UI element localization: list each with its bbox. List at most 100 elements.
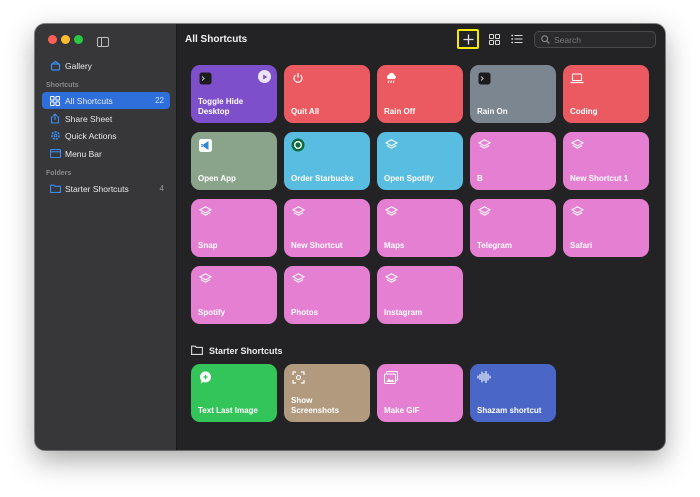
- power-icon: [291, 71, 305, 85]
- page-title: All Shortcuts: [185, 34, 248, 45]
- sidebar-item-all-shortcuts[interactable]: All Shortcuts 22: [42, 92, 170, 109]
- shortcut-label: Instagram: [384, 308, 423, 317]
- shortcut-label: New Shortcut 1: [570, 174, 629, 183]
- plus-icon: [463, 34, 473, 44]
- sidebar-item-label: Starter Shortcuts: [65, 183, 129, 194]
- shortcut-tile[interactable]: Safari: [563, 199, 649, 257]
- shortcut-tile[interactable]: Quit All: [284, 65, 370, 123]
- folder-icon: [48, 184, 62, 193]
- search-input[interactable]: [554, 34, 650, 45]
- main-content: All Shortcuts Toggle Hide Desktop: [177, 24, 665, 450]
- shortcut-label: Photos: [291, 308, 319, 317]
- sidebar-item-share-sheet[interactable]: Share Sheet: [42, 110, 170, 127]
- shortcut-label: Open Spotify: [384, 174, 434, 183]
- shortcuts-section-header: Shortcuts: [46, 82, 79, 89]
- layers-icon: [198, 272, 212, 286]
- gear-icon: [48, 130, 62, 141]
- layers-icon: [291, 205, 305, 219]
- shortcut-tile[interactable]: Open Spotify: [377, 132, 463, 190]
- shortcut-label: Shazam shortcut: [477, 406, 542, 415]
- layers-icon: [384, 205, 398, 219]
- shortcut-label: Make GIF: [384, 406, 420, 415]
- shortcut-label: Toggle Hide Desktop: [198, 97, 244, 116]
- sidebar-item-menu-bar[interactable]: Menu Bar: [42, 145, 170, 162]
- folders-section-header: Folders: [46, 170, 72, 177]
- sidebar: Gallery Shortcuts All Shortcuts 22 Share…: [35, 24, 177, 450]
- layers-icon: [570, 138, 584, 152]
- run-shortcut-button[interactable]: [258, 70, 271, 83]
- starter-shortcut-tile[interactable]: Show Screenshots: [284, 364, 370, 422]
- list-view-button[interactable]: [506, 29, 528, 49]
- shortcut-tile[interactable]: Maps: [377, 199, 463, 257]
- layers-icon: [384, 272, 398, 286]
- minimize-window-button[interactable]: [61, 35, 70, 44]
- add-shortcut-button[interactable]: [457, 29, 479, 49]
- grid-icon: [488, 33, 500, 45]
- shortcut-label: Safari: [570, 241, 593, 250]
- folder-icon: [191, 342, 203, 360]
- sidebar-toggle-icon[interactable]: [97, 34, 109, 47]
- photos-icon: [384, 370, 398, 384]
- sidebar-item-starter-shortcuts[interactable]: Starter Shortcuts 4: [42, 180, 170, 197]
- layers-icon: [477, 205, 491, 219]
- starbucks-icon: [291, 138, 305, 152]
- layers-icon: [198, 205, 212, 219]
- shortcut-tile[interactable]: Open App: [191, 132, 277, 190]
- layers-icon: [291, 272, 305, 286]
- shortcut-label: Quit All: [291, 107, 320, 116]
- screenshot-icon: [291, 370, 305, 384]
- shortcut-tile[interactable]: Rain On: [470, 65, 556, 123]
- terminal-icon: [477, 71, 491, 85]
- shortcut-label: Open App: [198, 174, 236, 183]
- shortcut-tile[interactable]: Spotify: [191, 266, 277, 324]
- zoom-window-button[interactable]: [74, 35, 83, 44]
- starter-shortcut-tile[interactable]: Text Last Image: [191, 364, 277, 422]
- terminal-icon: [198, 71, 212, 85]
- layers-icon: [384, 138, 398, 152]
- search-field[interactable]: [534, 31, 656, 48]
- shortcut-label: Snap: [198, 241, 218, 250]
- sidebar-item-label: All Shortcuts: [65, 95, 113, 106]
- folder-title: Starter Shortcuts: [209, 346, 283, 356]
- starter-shortcut-tile[interactable]: Make GIF: [377, 364, 463, 422]
- starter-shortcuts-heading[interactable]: Starter Shortcuts: [191, 342, 283, 360]
- shortcut-label: Rain Off: [384, 107, 416, 116]
- shortcut-tile[interactable]: Order Starbucks: [284, 132, 370, 190]
- folder-count: 4: [159, 184, 164, 193]
- shortcut-tile[interactable]: Rain Off: [377, 65, 463, 123]
- close-window-button[interactable]: [48, 35, 57, 44]
- menu-bar-icon: [48, 149, 62, 158]
- shortcut-tile[interactable]: Coding: [563, 65, 649, 123]
- waveform-icon: [477, 370, 491, 384]
- sidebar-item-gallery[interactable]: Gallery: [42, 57, 170, 74]
- shortcut-tile[interactable]: Telegram: [470, 199, 556, 257]
- list-icon: [511, 34, 523, 44]
- share-icon: [48, 113, 62, 124]
- shortcut-tile[interactable]: Instagram: [377, 266, 463, 324]
- shortcut-tile[interactable]: B: [470, 132, 556, 190]
- grid-view-button[interactable]: [483, 29, 505, 49]
- shortcut-tile[interactable]: Toggle Hide Desktop: [191, 65, 277, 123]
- vscode-icon: [198, 138, 212, 152]
- layers-icon: [570, 205, 584, 219]
- shortcut-label: Telegram: [477, 241, 512, 250]
- shortcut-label: B: [477, 174, 483, 183]
- shortcut-label: Order Starbucks: [291, 174, 354, 183]
- shortcut-tile[interactable]: Photos: [284, 266, 370, 324]
- shortcut-tile[interactable]: Snap: [191, 199, 277, 257]
- shortcut-label: Coding: [570, 107, 598, 116]
- sidebar-item-label: Quick Actions: [65, 130, 117, 141]
- sidebar-item-label: Gallery: [65, 60, 92, 71]
- sidebar-item-label: Menu Bar: [65, 148, 102, 159]
- gallery-icon: [48, 60, 62, 71]
- shortcut-label: Text Last Image: [198, 406, 258, 415]
- shortcut-tile[interactable]: New Shortcut 1: [563, 132, 649, 190]
- sidebar-item-quick-actions[interactable]: Quick Actions: [42, 127, 170, 144]
- laptop-icon: [570, 71, 584, 85]
- layers-icon: [477, 138, 491, 152]
- starter-shortcut-tile[interactable]: Shazam shortcut: [470, 364, 556, 422]
- shortcut-label: Maps: [384, 241, 405, 250]
- cloud-rain-icon: [384, 71, 398, 85]
- shortcuts-window: Gallery Shortcuts All Shortcuts 22 Share…: [35, 24, 665, 450]
- shortcut-tile[interactable]: New Shortcut: [284, 199, 370, 257]
